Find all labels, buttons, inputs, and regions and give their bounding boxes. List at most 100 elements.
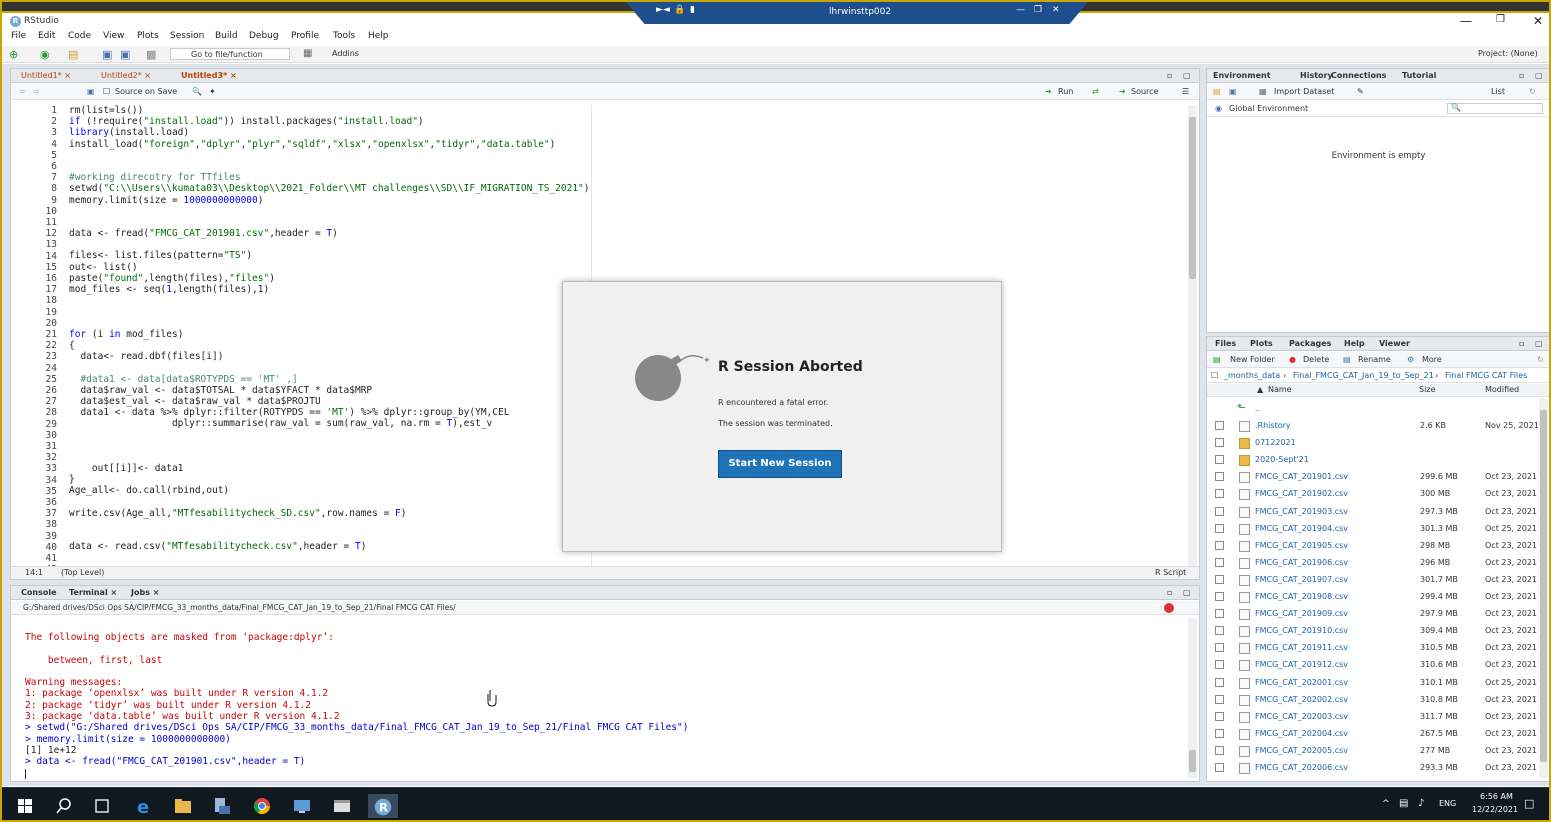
console-minimize-icon[interactable]: ▫: [1167, 588, 1172, 597]
files-scrollbar[interactable]: [1539, 398, 1548, 778]
minimize-pane-icon[interactable]: ▫: [1167, 71, 1172, 80]
files-refresh-icon[interactable]: ↻: [1537, 355, 1544, 364]
file-checkbox[interactable]: [1215, 421, 1224, 430]
task-view-icon[interactable]: [90, 794, 114, 818]
rename-button[interactable]: Rename: [1358, 355, 1391, 364]
new-folder-button[interactable]: New Folder: [1230, 355, 1275, 364]
pin-icon[interactable]: ►◄: [656, 5, 670, 15]
show-hidden-icons[interactable]: ^: [1382, 799, 1390, 809]
env-maximize-icon[interactable]: ▢: [1535, 71, 1543, 80]
file-name[interactable]: FMCG_CAT_201901.csv: [1255, 472, 1348, 481]
more-button[interactable]: More: [1422, 355, 1442, 364]
file-checkbox[interactable]: [1215, 506, 1224, 516]
list-item[interactable]: 2020-Sept'21: [1207, 451, 1549, 468]
file-checkbox[interactable]: [1215, 609, 1224, 619]
file-checkbox[interactable]: [1215, 472, 1224, 482]
delete-button[interactable]: Delete: [1303, 355, 1329, 364]
import-dataset-button[interactable]: Import Dataset: [1274, 87, 1334, 96]
files-scrollbar-thumb[interactable]: [1540, 410, 1547, 762]
file-checkbox[interactable]: [1215, 574, 1224, 584]
app-window-icon[interactable]: [330, 794, 354, 818]
console-scrollbar-thumb[interactable]: [1189, 750, 1196, 772]
run-button[interactable]: Run: [1058, 87, 1073, 96]
file-checkbox[interactable]: [1215, 745, 1224, 755]
file-name[interactable]: FMCG_CAT_201905.csv: [1255, 541, 1348, 550]
tab-files[interactable]: Files: [1215, 339, 1236, 348]
file-name[interactable]: FMCG_CAT_201910.csv: [1255, 626, 1348, 635]
tab-history[interactable]: History: [1300, 71, 1333, 80]
list-item[interactable]: FMCG_CAT_201909.csv 297.9 MB Oct 23, 2021: [1207, 605, 1549, 622]
tab-untitled2[interactable]: Untitled2* ×: [101, 71, 151, 80]
menu-plots[interactable]: Plots: [137, 31, 159, 41]
tab-terminal[interactable]: Terminal ×: [69, 588, 117, 597]
file-name[interactable]: .Rhistory: [1255, 421, 1291, 430]
goto-file-input[interactable]: Go to file/function: [170, 48, 290, 60]
file-name[interactable]: FMCG_CAT_201904.csv: [1255, 524, 1348, 533]
file-checkbox[interactable]: [1215, 540, 1224, 550]
tab-untitled1[interactable]: Untitled1* ×: [21, 71, 71, 80]
notifications-icon[interactable]: □: [1524, 797, 1534, 810]
menu-build[interactable]: Build: [215, 31, 238, 41]
outline-icon[interactable]: ☰: [1182, 87, 1189, 96]
file-name[interactable]: FMCG_CAT_201907.csv: [1255, 575, 1348, 584]
list-item[interactable]: FMCG_CAT_201902.csv 300 MB Oct 23, 2021: [1207, 485, 1549, 502]
tab-connections[interactable]: Connections: [1331, 71, 1386, 80]
list-item[interactable]: FMCG_CAT_201905.csv 298 MB Oct 23, 2021: [1207, 537, 1549, 554]
list-item[interactable]: FMCG_CAT_202006.csv 293.3 MB Oct 23, 2021: [1207, 759, 1549, 776]
list-item[interactable]: FMCG_CAT_201910.csv 309.4 MB Oct 23, 2021: [1207, 622, 1549, 639]
global-env-selector[interactable]: Global Environment: [1229, 104, 1308, 113]
save-icon[interactable]: ▣: [102, 48, 112, 61]
scope-selector[interactable]: (Top Level): [61, 568, 104, 577]
list-item[interactable]: FMCG_CAT_202005.csv 277 MB Oct 23, 2021: [1207, 742, 1549, 759]
close-icon[interactable]: ✕: [1533, 14, 1543, 28]
remote-desktop-icon[interactable]: [290, 794, 314, 818]
file-checkbox[interactable]: [1215, 728, 1224, 738]
list-item[interactable]: FMCG_CAT_202002.csv 310.8 MB Oct 23, 2021: [1207, 691, 1549, 708]
list-item[interactable]: ⬑ ..: [1207, 400, 1549, 417]
maximize-icon[interactable]: ❐: [1496, 14, 1505, 25]
file-name[interactable]: FMCG_CAT_202005.csv: [1255, 746, 1348, 755]
file-name[interactable]: FMCG_CAT_202001.csv: [1255, 678, 1348, 687]
list-item[interactable]: FMCG_CAT_201903.csv 297.3 MB Oct 23, 2021: [1207, 503, 1549, 520]
file-name[interactable]: FMCG_CAT_201903.csv: [1255, 507, 1348, 516]
console-scrollbar[interactable]: [1188, 618, 1197, 778]
menu-file[interactable]: File: [11, 31, 26, 41]
network-icon[interactable]: ▤: [1399, 798, 1408, 809]
list-item[interactable]: FMCG_CAT_202004.csv 267.5 MB Oct 23, 2021: [1207, 725, 1549, 742]
column-size[interactable]: Size: [1419, 385, 1435, 394]
column-modified[interactable]: Modified: [1485, 385, 1519, 394]
file-checkbox[interactable]: [1215, 626, 1224, 636]
file-checkbox[interactable]: [1215, 660, 1224, 670]
parent-dir-link[interactable]: ..: [1255, 404, 1260, 413]
console-output[interactable]: The following objects are masked from ‘p…: [25, 632, 688, 779]
tab-untitled3[interactable]: Untitled3* ×: [181, 71, 237, 80]
file-checkbox[interactable]: [1215, 455, 1224, 465]
rerun-icon[interactable]: ⇄: [1092, 87, 1099, 96]
open-file-icon[interactable]: ▤: [68, 48, 78, 61]
editor-scrollbar[interactable]: [1188, 105, 1197, 567]
list-item[interactable]: FMCG_CAT_202001.csv 310.1 MB Oct 25, 2021: [1207, 674, 1549, 691]
files-maximize-icon[interactable]: ▢: [1535, 339, 1543, 348]
windows-start-icon[interactable]: [13, 794, 37, 818]
breadcrumb-checkbox[interactable]: ☐: [1211, 371, 1218, 380]
editor-scrollbar-thumb[interactable]: [1189, 117, 1196, 279]
file-checkbox[interactable]: [1215, 694, 1224, 704]
breadcrumb-part-3[interactable]: Final FMCG CAT Files: [1445, 371, 1527, 380]
list-item[interactable]: FMCG_CAT_201906.csv 296 MB Oct 23, 2021: [1207, 554, 1549, 571]
env-minimize-icon[interactable]: ▫: [1519, 71, 1524, 80]
tab-help[interactable]: Help: [1344, 339, 1365, 348]
save-all-icon[interactable]: ▣: [120, 48, 130, 61]
file-name[interactable]: FMCG_CAT_201908.csv: [1255, 592, 1348, 601]
tab-tutorial[interactable]: Tutorial: [1402, 71, 1436, 80]
back-icon[interactable]: ⇦: [19, 87, 26, 96]
file-name[interactable]: 2020-Sept'21: [1255, 455, 1309, 464]
new-file-icon[interactable]: ⊕: [9, 48, 18, 61]
file-checkbox[interactable]: [1215, 763, 1224, 772]
list-item[interactable]: FMCG_CAT_201911.csv 310.5 MB Oct 23, 2021: [1207, 639, 1549, 656]
save-file-icon[interactable]: ▣: [87, 87, 95, 96]
stop-icon[interactable]: [1164, 603, 1174, 613]
file-name[interactable]: FMCG_CAT_202004.csv: [1255, 729, 1348, 738]
file-checkbox[interactable]: [1215, 557, 1224, 567]
filetype-selector[interactable]: R Script: [1155, 568, 1186, 577]
start-new-session-button[interactable]: Start New Session: [718, 450, 842, 478]
